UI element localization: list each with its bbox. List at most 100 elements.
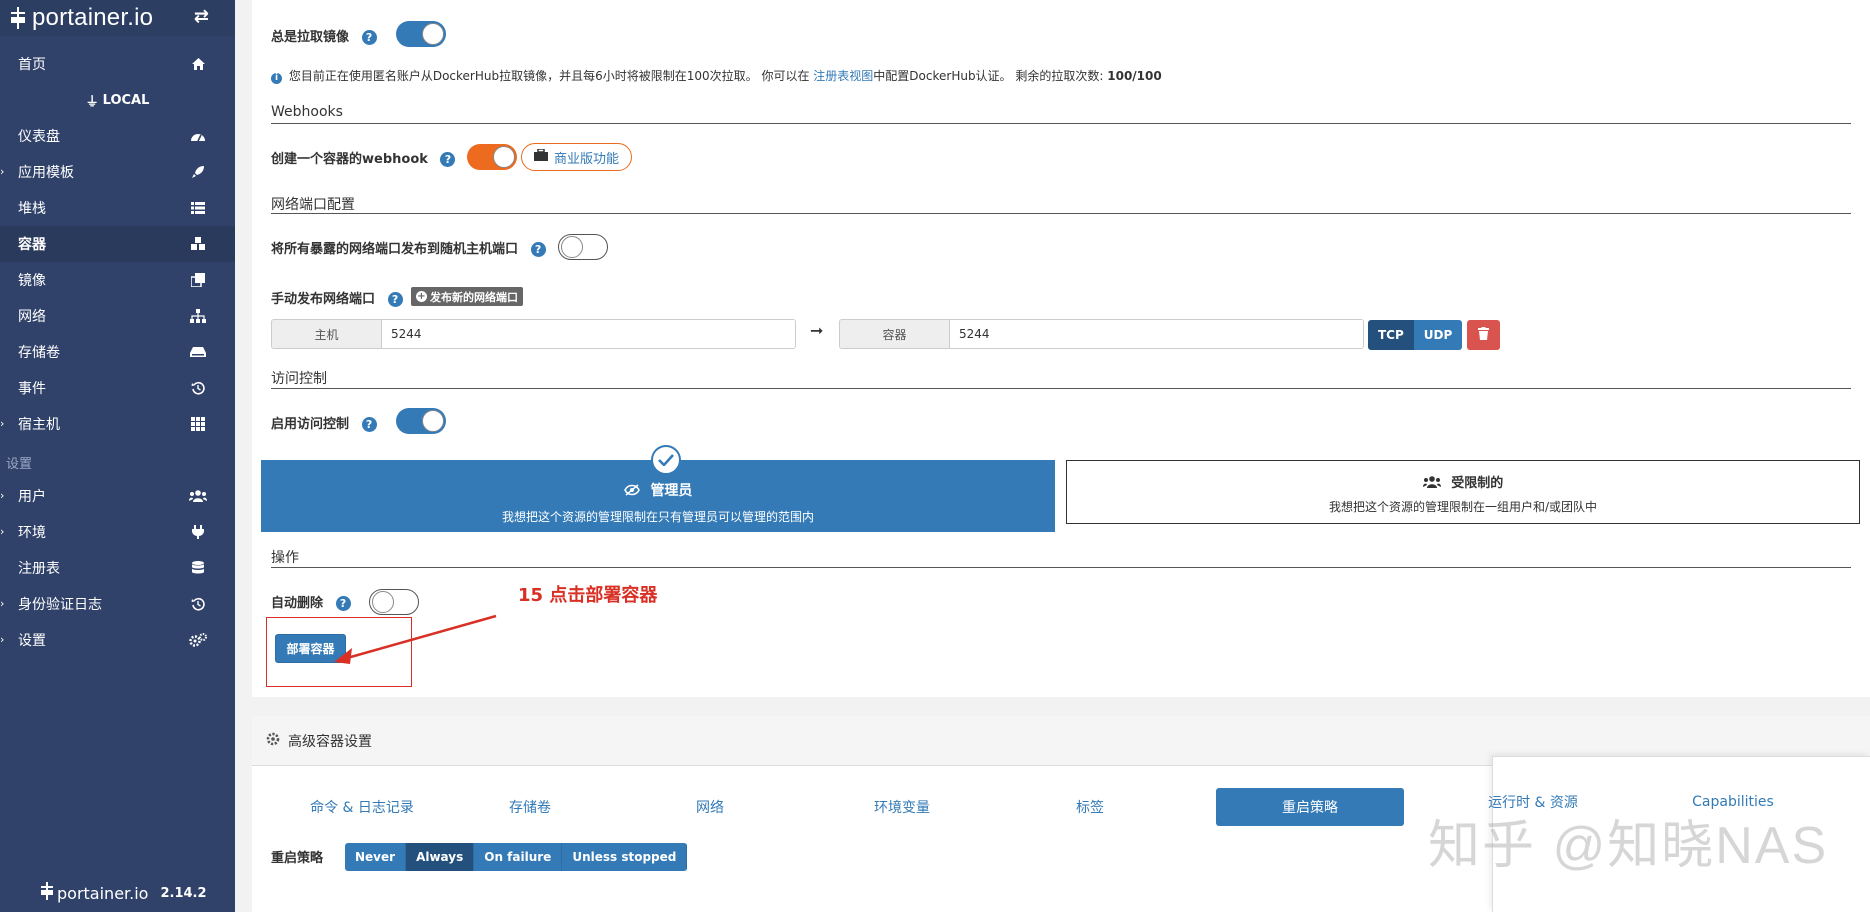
brand[interactable]: portainer.io ⇄ xyxy=(0,0,235,36)
deploy-container-button[interactable]: 部署容器 xyxy=(275,634,346,663)
access-control-section-title: 访问控制 xyxy=(271,371,327,387)
check-icon xyxy=(651,445,681,475)
sidebar-item-label: 宿主机 xyxy=(18,417,60,433)
briefcase-icon xyxy=(534,148,548,165)
sidebar-item-label: 首页 xyxy=(18,57,46,73)
enable-access-row: 启用访问控制 ? xyxy=(271,413,377,432)
host-port-group: 主机 xyxy=(271,319,796,349)
watermark: 知乎 @知晓NAS xyxy=(1428,817,1829,875)
help-icon[interactable]: ? xyxy=(335,596,351,611)
udp-button[interactable]: UDP xyxy=(1413,320,1463,350)
publish-new-port-button[interactable]: + 发布新的网络端口 xyxy=(411,287,523,306)
container-port-input[interactable] xyxy=(950,320,1363,348)
business-feature-button[interactable]: 商业版功能 xyxy=(521,143,633,171)
restricted-title-text: 受限制的 xyxy=(1451,476,1504,491)
users-icon xyxy=(189,487,207,505)
clone-icon xyxy=(189,271,207,289)
tcp-button[interactable]: TCP xyxy=(1368,320,1414,350)
sidebar-item-auth-logs[interactable]: › 身份验证日志 xyxy=(0,586,235,622)
publish-new-port-label: 发布新的网络端口 xyxy=(430,290,518,304)
sidebar-item-label: 身份验证日志 xyxy=(18,597,102,613)
swap-icon[interactable]: ⇄ xyxy=(194,6,209,27)
delete-port-button[interactable] xyxy=(1467,320,1500,350)
sidebar-item-settings[interactable]: › 设置 xyxy=(0,622,235,658)
auto-remove-row: 自动删除 ? xyxy=(271,592,351,611)
divider xyxy=(271,123,1851,124)
tab-restart-policy[interactable]: 重启策略 xyxy=(1216,788,1404,826)
cogs-icon xyxy=(189,631,207,649)
restricted-title: 受限制的 xyxy=(1067,472,1859,491)
enable-access-label: 启用访问控制 xyxy=(271,417,350,432)
webhook-toggle[interactable] xyxy=(467,144,517,170)
sidebar-item-containers[interactable]: 容器 xyxy=(0,226,235,262)
sidebar-item-volumes[interactable]: 存储卷 xyxy=(0,334,235,370)
sidebar-item-label: 容器 xyxy=(18,237,46,253)
sidebar-item-stacks[interactable]: 堆栈 xyxy=(0,190,235,226)
sidebar-item-users[interactable]: › 用户 xyxy=(0,478,235,514)
sidebar-item-networks[interactable]: 网络 xyxy=(0,298,235,334)
pull-limit-note: i 您目前正在使用匿名账户从DockerHub拉取镜像，并且每6小时将被限制在1… xyxy=(271,67,1162,84)
tab-command-logging[interactable]: 命令 & 日志记录 xyxy=(282,788,442,826)
sidebar: portainer.io ⇄ 首页 ⏚ LOCAL 仪表盘 › 应用模板 堆栈 … xyxy=(0,0,235,912)
sidebar-section-settings: 设置 xyxy=(6,457,33,472)
always-pull-toggle[interactable] xyxy=(396,21,446,47)
host-port-input[interactable] xyxy=(382,320,795,348)
webhook-row: 创建一个容器的webhook ? xyxy=(271,148,456,167)
always-pull-label: 总是拉取镜像 xyxy=(271,30,350,45)
actions-section-title: 操作 xyxy=(271,550,299,566)
tab-labels[interactable]: 标签 xyxy=(1030,788,1150,826)
sidebar-item-images[interactable]: 镜像 xyxy=(0,262,235,298)
history-icon xyxy=(189,595,207,613)
restart-on-failure-option[interactable]: On failure xyxy=(474,843,563,871)
sidebar-item-label: 设置 xyxy=(18,633,46,649)
help-icon[interactable]: ? xyxy=(387,292,403,307)
tab-network[interactable]: 网络 xyxy=(650,788,770,826)
access-control-toggle[interactable] xyxy=(396,408,446,434)
plus-circle-icon: + xyxy=(416,291,427,302)
tab-env[interactable]: 环境变量 xyxy=(832,788,972,826)
help-icon[interactable]: ? xyxy=(361,417,377,432)
portainer-logo-icon xyxy=(40,882,54,904)
restart-never-option[interactable]: Never xyxy=(345,843,407,871)
restart-always-option[interactable]: Always xyxy=(406,843,475,871)
pull-note-suffix: 中配置DockerHub认证。 剩余的拉取次数: xyxy=(873,69,1104,83)
sidebar-item-registries[interactable]: 注册表 xyxy=(0,550,235,586)
sidebar-item-dashboard[interactable]: 仪表盘 xyxy=(0,118,235,154)
help-icon[interactable]: ? xyxy=(530,242,546,257)
restricted-option[interactable]: 受限制的 我想把这个资源的管理限制在一组用户和/或团队中 xyxy=(1066,460,1860,524)
sidebar-item-app-templates[interactable]: › 应用模板 xyxy=(0,154,235,190)
registry-view-link[interactable]: 注册表视图 xyxy=(813,69,873,83)
chevron-right-icon: › xyxy=(0,489,5,502)
publish-all-toggle[interactable] xyxy=(558,234,608,260)
trash-icon xyxy=(1478,326,1489,344)
always-pull-row: 总是拉取镜像 ? xyxy=(271,26,377,45)
history-icon xyxy=(189,379,207,397)
auto-remove-toggle[interactable] xyxy=(369,589,419,615)
footer-brand: portainer.io 2.14.2 xyxy=(40,882,207,904)
manual-publish-label: 手动发布网络端口 xyxy=(271,292,376,307)
plug-icon xyxy=(189,523,207,541)
pull-note-text: 您目前正在使用匿名账户从DockerHub拉取镜像，并且每6小时将被限制在100… xyxy=(288,69,810,83)
help-icon[interactable]: ? xyxy=(361,30,377,45)
arrow-right-icon: ➞ xyxy=(810,321,824,340)
administrators-option[interactable]: 管理员 我想把这个资源的管理限制在只有管理员可以管理的范围内 xyxy=(261,445,1055,532)
cog-icon xyxy=(266,732,280,750)
help-icon[interactable]: ? xyxy=(440,152,456,167)
chevron-right-icon: › xyxy=(0,633,5,646)
sidebar-item-environments[interactable]: › 环境 xyxy=(0,514,235,550)
sidebar-item-label: 注册表 xyxy=(18,561,60,577)
advanced-settings-title: 高级容器设置 xyxy=(288,733,372,750)
sidebar-item-label: 存储卷 xyxy=(18,345,60,361)
cubes-icon xyxy=(189,235,207,253)
sidebar-item-label: 镜像 xyxy=(18,273,46,289)
restart-unless-stopped-option[interactable]: Unless stopped xyxy=(562,843,688,871)
tab-volumes[interactable]: 存储卷 xyxy=(470,788,590,826)
home-icon xyxy=(189,55,207,73)
restricted-desc: 我想把这个资源的管理限制在一组用户和/或团队中 xyxy=(1328,500,1598,514)
sidebar-item-home[interactable]: 首页 xyxy=(0,46,235,82)
sidebar-item-events[interactable]: 事件 xyxy=(0,370,235,406)
sidebar-item-host[interactable]: › 宿主机 xyxy=(0,406,235,442)
manual-publish-row: 手动发布网络端口 ? xyxy=(271,288,403,307)
version-label: 2.14.2 xyxy=(160,885,207,901)
eye-slash-icon xyxy=(623,483,645,499)
